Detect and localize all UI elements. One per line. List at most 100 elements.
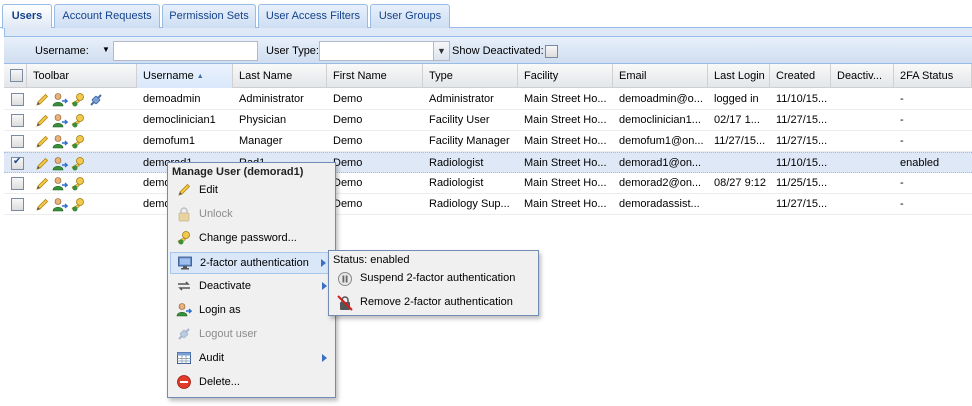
row-checkbox[interactable] [11, 135, 24, 148]
cell-2fa-status: enabled [900, 157, 940, 169]
logout-plug-icon[interactable] [88, 92, 104, 108]
table-row[interactable]: demoadmin Administrator Demo Administrator M… [4, 89, 972, 110]
menu-item-label: Deactivate [199, 280, 251, 292]
tab-users[interactable]: Users [2, 4, 52, 29]
menu-item-label: Login as [199, 304, 241, 316]
pencil-icon [176, 182, 192, 198]
tab-permission-sets[interactable]: Permission Sets [162, 4, 256, 28]
cell-last-name: Physician [239, 114, 287, 126]
edit-pencil-icon[interactable] [34, 92, 50, 108]
header-2fa-status[interactable]: 2FA Status [894, 64, 972, 88]
tab-user-access-filters[interactable]: User Access Filters [258, 4, 368, 28]
table-row[interactable]: demofum1 Manager Demo Facility Manager Main … [4, 131, 972, 152]
menu-item-label: Change password... [199, 232, 297, 244]
login-as-user-icon[interactable] [52, 156, 69, 172]
cell-deactivated [831, 110, 894, 131]
menu-item-label: Logout user [199, 328, 258, 340]
table-row[interactable]: democlinician1 Physician Demo Facility User… [4, 110, 972, 131]
header-toolbar[interactable]: Toolbar [27, 64, 137, 88]
login-as-user-icon[interactable] [52, 134, 69, 150]
audit-menu-item[interactable]: Audit [170, 348, 333, 370]
edit-menu-item[interactable]: Edit [170, 180, 333, 202]
tab-account-requests[interactable]: Account Requests [54, 4, 160, 28]
row-checkbox[interactable] [11, 177, 24, 190]
pause-icon [338, 272, 352, 286]
delete-menu-item[interactable]: Delete... [170, 372, 333, 394]
cell-username: democlinician1 [143, 114, 216, 126]
deactivate-menu-item[interactable]: Deactivate [170, 276, 333, 298]
user-type-dropdown-button[interactable]: ▼ [434, 41, 450, 61]
username-filter-dropdown-icon[interactable]: ▼ [102, 45, 110, 54]
cell-deactivated [831, 89, 894, 110]
cell-2fa-status: - [900, 135, 904, 147]
cell-first-name: Demo [333, 114, 363, 126]
remove-2fa-menu-item[interactable]: Remove 2-factor authentication [331, 292, 536, 314]
change-password-key-icon[interactable] [70, 197, 86, 213]
login-as-menu-item[interactable]: Login as [170, 300, 333, 322]
header-created[interactable]: Created [770, 64, 831, 88]
user-type-label: User Type: [266, 45, 319, 57]
submenu-arrow-icon [321, 259, 326, 267]
submenu-arrow-icon [322, 282, 327, 290]
cell-facility: Main Street Ho... [524, 177, 607, 189]
2fa-status-text: Status: enabled [333, 254, 410, 266]
sort-ascending-icon: ▲ [196, 73, 204, 80]
change-password-key-icon[interactable] [70, 176, 86, 192]
header-last-login[interactable]: Last Login [708, 64, 770, 88]
header-email[interactable]: Email [613, 64, 708, 88]
cell-username: demofum1 [143, 135, 195, 147]
select-all-checkbox[interactable] [10, 69, 23, 82]
cell-email: demoradassist... [619, 198, 700, 210]
table-row[interactable]: demoradassistAssistantDemoRadiology Sup.… [4, 194, 972, 215]
tab-strip: Users Account Requests Permission Sets U… [0, 0, 972, 29]
header-last-name[interactable]: Last Name [233, 64, 327, 88]
tab-user-groups[interactable]: User Groups [370, 4, 450, 28]
2fa-menu-item[interactable]: 2-factor authentication [170, 252, 333, 274]
row-checkbox[interactable] [11, 114, 24, 127]
cell-2fa-status: - [900, 177, 904, 189]
row-checkbox[interactable] [11, 156, 24, 170]
cell-type: Facility Manager [429, 135, 510, 147]
header-username-label: Username [143, 70, 194, 82]
edit-pencil-icon[interactable] [34, 156, 50, 172]
cell-last-name: Manager [239, 135, 283, 147]
remove-2fa-label: Remove 2-factor authentication [360, 296, 513, 308]
menu-item-label: Audit [199, 352, 225, 364]
row-checkbox[interactable] [11, 198, 24, 211]
row-checkbox[interactable] [11, 93, 24, 106]
user-icon [176, 302, 193, 318]
cell-first-name: Demo [333, 135, 363, 147]
suspend-2fa-label: Suspend 2-factor authentication [360, 272, 516, 284]
header-username[interactable]: Username ▲ [137, 64, 233, 88]
change-password-menu-item[interactable]: Change password... [170, 228, 333, 250]
username-filter-input[interactable] [113, 41, 258, 61]
header-deactivated[interactable]: Deactiv... [831, 64, 894, 88]
show-deactivated-checkbox[interactable] [545, 45, 558, 58]
edit-pencil-icon[interactable] [34, 134, 50, 150]
context-menu-title: Manage User (demorad1) [172, 166, 304, 178]
change-password-key-icon[interactable] [70, 134, 86, 150]
header-facility[interactable]: Facility [518, 64, 613, 88]
edit-pencil-icon[interactable] [34, 113, 50, 129]
header-type[interactable]: Type [423, 64, 518, 88]
cell-type: Facility User [429, 114, 490, 126]
header-first-name[interactable]: First Name [327, 64, 423, 88]
change-password-key-icon[interactable] [70, 156, 86, 172]
edit-pencil-icon[interactable] [34, 197, 50, 213]
cell-first-name: Demo [333, 157, 363, 169]
table-row[interactable]: demorad2Rad2DemoRadiologistMain Street H… [4, 173, 972, 194]
cell-last-login: 11/27/15... [714, 135, 766, 147]
login-as-user-icon[interactable] [52, 176, 69, 192]
cell-facility: Main Street Ho... [524, 93, 607, 105]
table-row[interactable]: demorad1Rad1DemoRadiologistMain Street H… [4, 152, 972, 173]
login-as-user-icon[interactable] [52, 113, 69, 129]
edit-pencil-icon[interactable] [34, 176, 50, 192]
header-select-all[interactable] [4, 64, 27, 88]
change-password-key-icon[interactable] [70, 113, 86, 129]
suspend-2fa-menu-item[interactable]: Suspend 2-factor authentication [331, 268, 536, 290]
user-type-select[interactable] [319, 41, 434, 61]
change-password-key-icon[interactable] [70, 92, 86, 108]
login-as-user-icon[interactable] [52, 197, 69, 213]
cell-created: 11/10/15... [776, 93, 828, 105]
login-as-user-icon[interactable] [52, 92, 69, 108]
